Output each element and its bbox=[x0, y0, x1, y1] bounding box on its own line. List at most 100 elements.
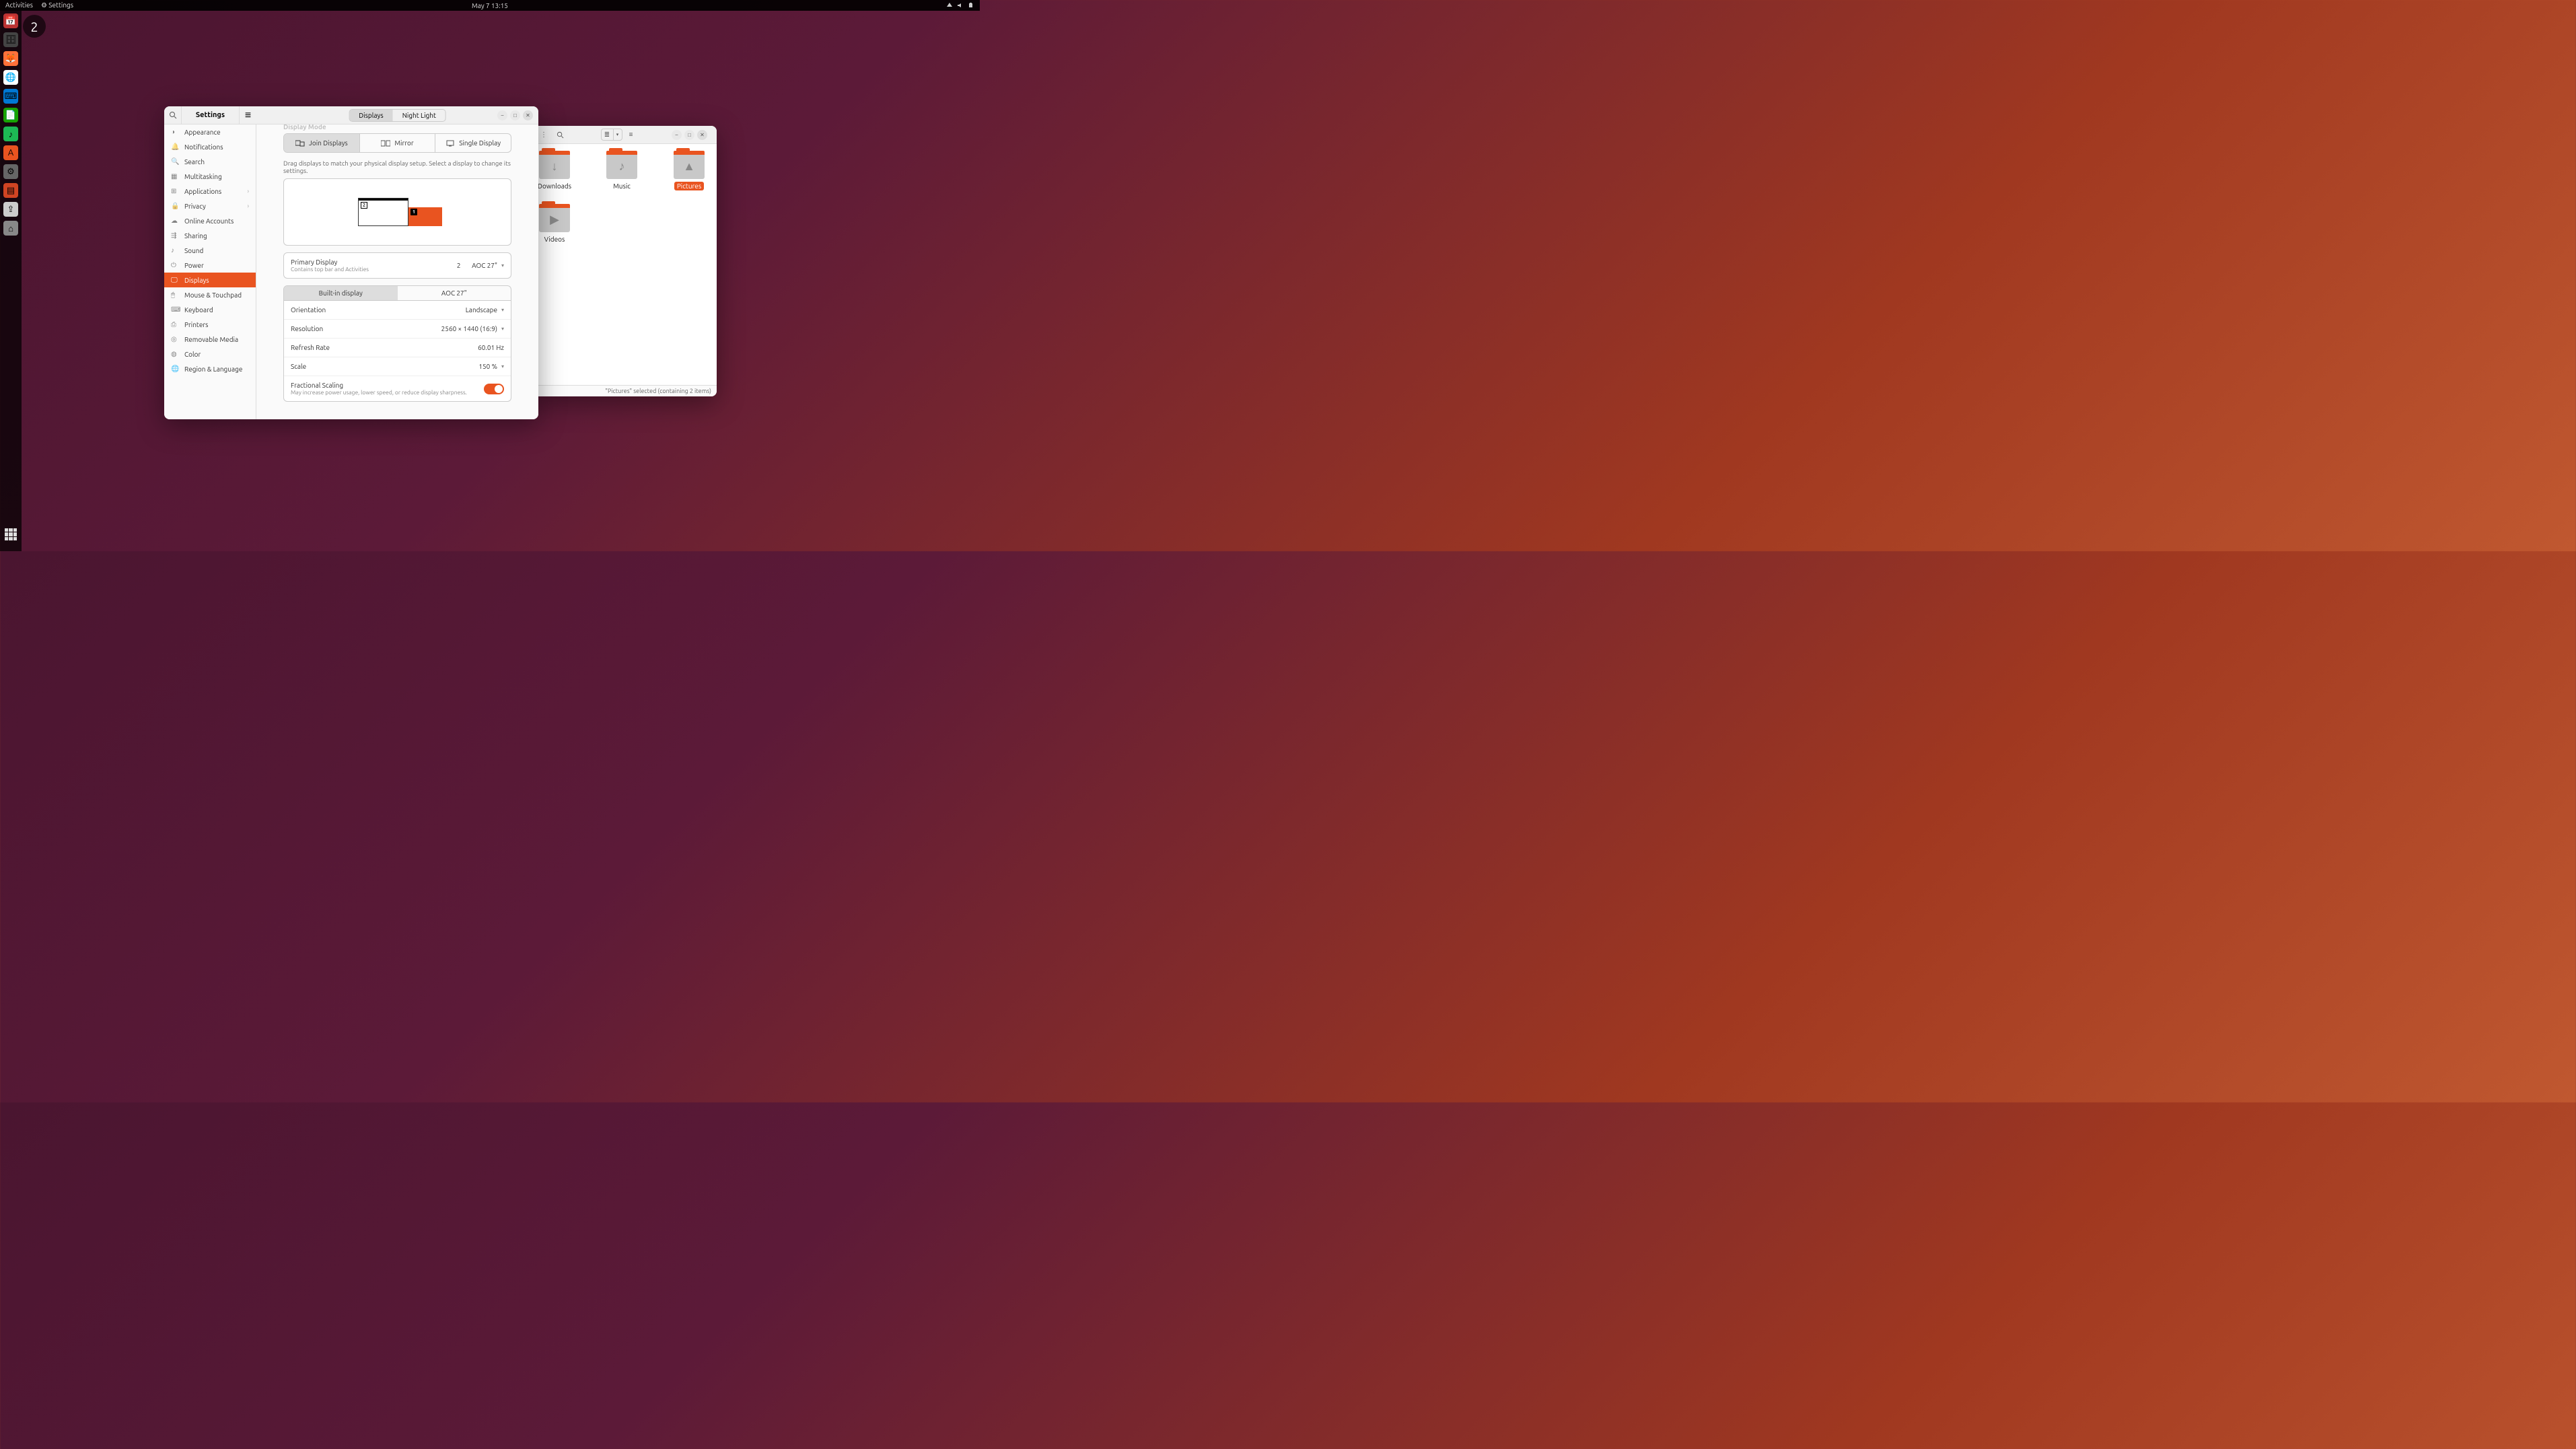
chevron-down-icon: ▾ bbox=[501, 363, 504, 369]
maximize-button[interactable]: □ bbox=[510, 110, 520, 120]
dock-chrome[interactable]: 🌐 bbox=[3, 70, 18, 85]
sidebar-item-power[interactable]: ⏻ Power bbox=[164, 258, 256, 273]
activities-button[interactable]: Activities bbox=[5, 1, 33, 9]
cloud-icon: ☁ bbox=[171, 217, 179, 225]
sidebar-item-apps[interactable]: ⊞Applications› bbox=[164, 184, 256, 199]
view-list-icon[interactable]: ≣ bbox=[601, 129, 613, 141]
network-icon bbox=[946, 2, 953, 9]
scale-row[interactable]: Scale150 %▾ bbox=[284, 357, 511, 376]
chevron-right-icon: › bbox=[247, 203, 249, 209]
mode-mirror[interactable]: Mirror bbox=[360, 134, 436, 152]
appearance-icon: ◑ bbox=[171, 128, 179, 136]
folder-icon: ♪ bbox=[606, 151, 637, 179]
show-apps-button[interactable] bbox=[5, 528, 17, 540]
settings-header: Settings ≡ Displays Night Light – □ ✕ bbox=[164, 106, 538, 125]
mirror-icon bbox=[381, 140, 390, 147]
sidebar-item-sound[interactable]: ♪Sound bbox=[164, 243, 256, 258]
folder-icon: ▶ bbox=[539, 204, 570, 232]
sidebar-item-appearance[interactable]: ◑Appearance bbox=[164, 125, 256, 139]
chevron-down-icon: ▾ bbox=[501, 326, 504, 332]
dock-spotify[interactable]: ♪ bbox=[3, 127, 18, 141]
sidebar-item-cloud[interactable]: ☁ Online Accounts bbox=[164, 213, 256, 228]
sidebar-item-printer[interactable]: ⎙Printers bbox=[164, 317, 256, 332]
minimize-button[interactable]: – bbox=[672, 130, 682, 140]
section-label: Display Mode bbox=[283, 125, 511, 131]
monitor-1[interactable]: 1 bbox=[408, 207, 442, 226]
power-icon: ⏻ bbox=[171, 261, 179, 269]
sidebar-item-label: Keyboard bbox=[184, 306, 213, 314]
files-window: ⋮ ≣ ▾ ≡ – □ ✕ ↓Downloads ♪ Music ▲Pictures ▶… bbox=[534, 126, 717, 396]
sidebar-item-label: Multitasking bbox=[184, 173, 222, 180]
maximize-button[interactable]: □ bbox=[684, 130, 694, 140]
dock-usb[interactable]: ⇪ bbox=[3, 202, 18, 217]
view-dropdown-icon[interactable]: ▾ bbox=[613, 129, 622, 141]
resolution-row[interactable]: Resolution2560 × 1440 (16:9)▾ bbox=[284, 320, 511, 339]
display-arrangement[interactable]: 2 1 bbox=[283, 178, 511, 246]
sidebar-item-multi[interactable]: ▦Multitasking bbox=[164, 169, 256, 184]
chevron-down-icon: ▾ bbox=[501, 307, 504, 313]
hamburger-icon[interactable]: ≡ bbox=[625, 129, 637, 141]
sidebar-item-keyboard[interactable]: ⌨Keyboard bbox=[164, 302, 256, 317]
dock-firefox[interactable]: 🦊 bbox=[3, 51, 18, 66]
files-body[interactable]: ↓Downloads ♪ Music ▲Pictures ▶ Videos bbox=[534, 144, 717, 385]
tab-aoc[interactable]: AOC 27" bbox=[398, 286, 511, 300]
sidebar-item-label: Search bbox=[184, 158, 205, 166]
sidebar-item-bell[interactable]: 🔔Notifications bbox=[164, 139, 256, 154]
search-icon[interactable] bbox=[554, 129, 566, 141]
printer-icon: ⎙ bbox=[171, 320, 179, 328]
system-tray[interactable] bbox=[946, 2, 974, 9]
mode-join[interactable]: Join Displays bbox=[284, 134, 360, 152]
dock-software[interactable]: A bbox=[3, 145, 18, 160]
fractional-scaling-toggle[interactable] bbox=[484, 384, 504, 394]
sidebar-item-search[interactable]: 🔍Search bbox=[164, 154, 256, 169]
sidebar-item-color[interactable]: ◍Color bbox=[164, 347, 256, 361]
minimize-button[interactable]: – bbox=[497, 110, 507, 120]
mode-single[interactable]: Single Display bbox=[435, 134, 511, 152]
dock-drive[interactable]: ⌂ bbox=[3, 221, 18, 236]
battery-icon bbox=[968, 2, 974, 9]
sidebar-item-globe[interactable]: 🌐Region & Language bbox=[164, 361, 256, 376]
sidebar-item-mouse[interactable]: 🖱Mouse & Touchpad bbox=[164, 287, 256, 302]
orientation-row[interactable]: OrientationLandscape▾ bbox=[284, 301, 511, 320]
clock[interactable]: May 7 13:15 bbox=[472, 2, 508, 9]
files-menu-icon[interactable]: ⋮ bbox=[538, 129, 550, 141]
folder-downloads[interactable]: ↓Downloads bbox=[538, 151, 571, 190]
tab-builtin[interactable]: Built-in display bbox=[284, 286, 398, 300]
sidebar-item-share[interactable]: ⇶Sharing bbox=[164, 228, 256, 243]
dock-settings[interactable]: ⚙ bbox=[3, 164, 18, 179]
dock-slides[interactable]: ▤ bbox=[3, 183, 18, 198]
app-menu[interactable]: ⚙ Settings bbox=[41, 1, 73, 9]
sidebar-item-disc[interactable]: ◎Removable Media bbox=[164, 332, 256, 347]
primary-display-row[interactable]: Primary DisplayContains top bar and Acti… bbox=[284, 253, 511, 278]
dock-libreoffice[interactable]: 📄 bbox=[3, 108, 18, 122]
folder-label: Pictures bbox=[674, 182, 704, 190]
sidebar-item-display[interactable]: 🖵Displays bbox=[164, 273, 256, 287]
hamburger-icon[interactable]: ≡ bbox=[239, 106, 256, 125]
files-header: ⋮ ≣ ▾ ≡ – □ ✕ bbox=[534, 126, 717, 144]
folder-videos[interactable]: ▶ Videos bbox=[538, 204, 571, 244]
search-icon[interactable] bbox=[164, 106, 182, 125]
folder-pictures[interactable]: ▲Pictures bbox=[672, 151, 706, 190]
folder-label: Music bbox=[610, 182, 633, 190]
disc-icon: ◎ bbox=[171, 335, 179, 343]
dock-calendar[interactable]: 📅 bbox=[3, 13, 18, 28]
display-select-tabs: Built-in display AOC 27" bbox=[283, 285, 511, 301]
tab-night-light[interactable]: Night Light bbox=[393, 110, 445, 121]
tab-displays[interactable]: Displays bbox=[349, 110, 393, 121]
dock-files[interactable]: 🗄 bbox=[3, 32, 18, 47]
globe-icon: 🌐 bbox=[171, 365, 179, 373]
sidebar-item-label: Notifications bbox=[184, 143, 223, 151]
sidebar-item-label: Privacy bbox=[184, 203, 206, 210]
sidebar-item-lock[interactable]: 🔒Privacy› bbox=[164, 199, 256, 213]
single-icon bbox=[445, 140, 455, 147]
dock-vscode[interactable]: ⌨ bbox=[3, 89, 18, 104]
chevron-right-icon: › bbox=[247, 188, 249, 195]
monitor-2[interactable]: 2 bbox=[358, 198, 408, 226]
sidebar-item-label: Power bbox=[184, 262, 204, 269]
sidebar-item-label: Online Accounts bbox=[184, 217, 234, 225]
sidebar-item-label: Sharing bbox=[184, 232, 207, 240]
folder-music[interactable]: ♪ Music bbox=[605, 151, 639, 190]
close-button[interactable]: ✕ bbox=[523, 110, 533, 120]
close-button[interactable]: ✕ bbox=[697, 130, 707, 140]
folder-label: Videos bbox=[542, 235, 568, 244]
